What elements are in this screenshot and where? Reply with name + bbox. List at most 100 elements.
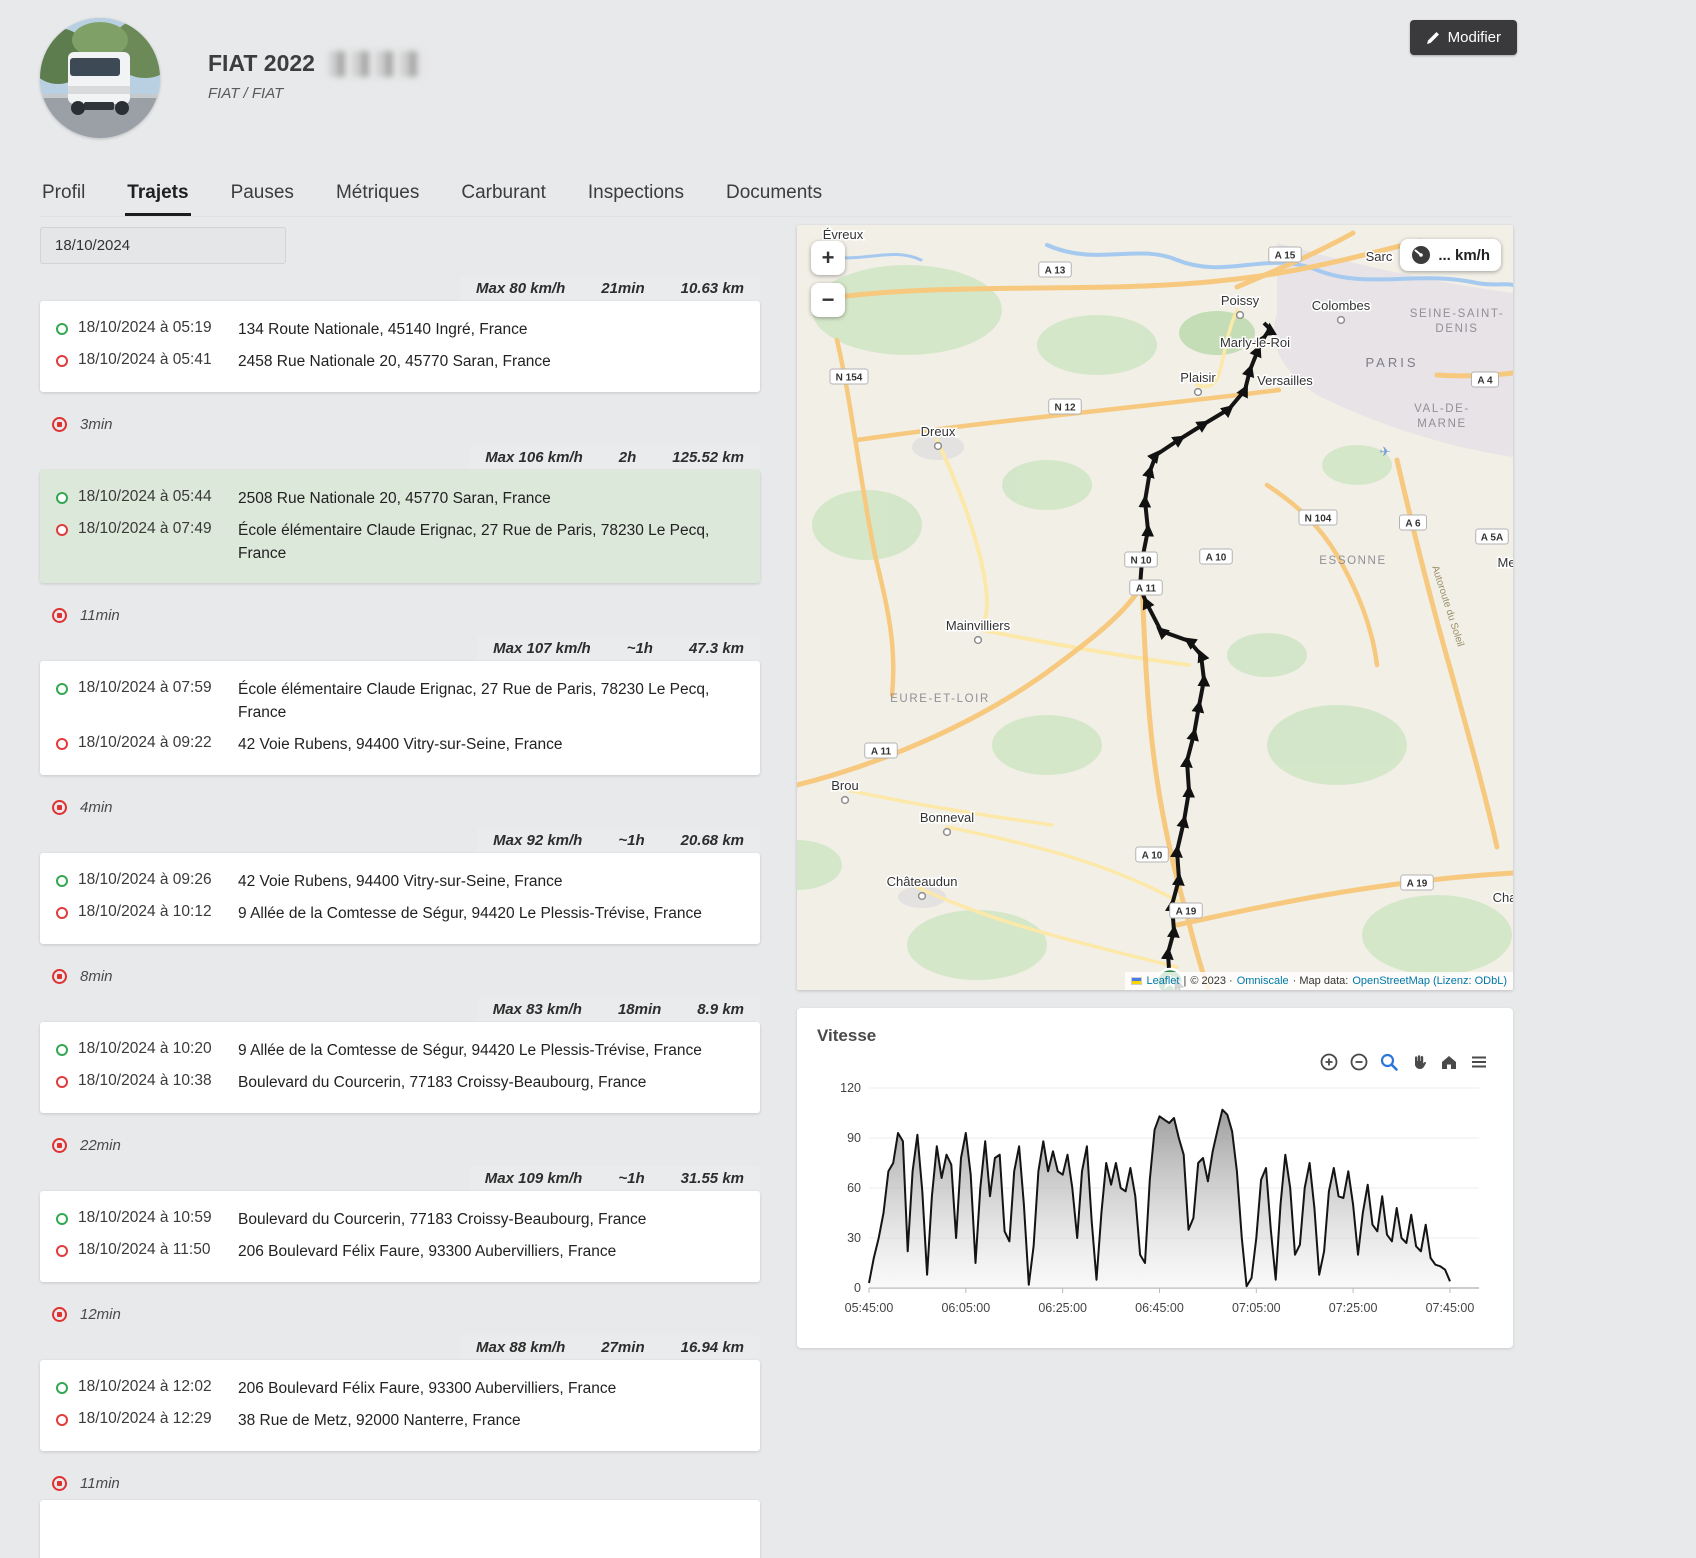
date-filter-input[interactable]: [40, 227, 286, 264]
pan-icon[interactable]: [1409, 1052, 1429, 1072]
road-shield: A 15: [1268, 246, 1302, 263]
pause-row: 4min: [52, 799, 760, 816]
speedometer-icon: [1412, 246, 1431, 264]
map-label-city: Sarc: [1366, 249, 1393, 264]
pause-duration: 4min: [80, 798, 113, 816]
omniscale-link[interactable]: Omniscale: [1237, 975, 1289, 987]
tab-documents[interactable]: Documents: [724, 178, 824, 216]
pause-stop-icon: [52, 1475, 67, 1491]
trip-start-address: 42 Voie Rubens, 94400 Vitry-sur-Seine, F…: [238, 872, 563, 890]
chart-toolbar: [817, 1052, 1489, 1072]
svg-text:60: 60: [847, 1181, 861, 1195]
tab-métriques[interactable]: Métriques: [334, 178, 421, 216]
vehicle-subtitle: FIAT / FIAT: [208, 85, 284, 102]
home-icon[interactable]: [1439, 1052, 1459, 1072]
tab-carburant[interactable]: Carburant: [459, 178, 548, 216]
flag-icon: [1131, 977, 1143, 985]
trip-start-datetime: 18/10/2024 à 12:02: [78, 1377, 212, 1395]
trip-summary: Max 80 km/h 21min 10.63 km: [460, 276, 760, 301]
trip-end-address: 38 Rue de Metz, 92000 Nanterre, France: [238, 1412, 521, 1430]
pause-stop-icon: [52, 608, 67, 624]
modify-button-label: Modifier: [1447, 29, 1501, 46]
tab-pauses[interactable]: Pauses: [229, 178, 296, 216]
trip-end-datetime: 18/10/2024 à 09:22: [78, 734, 212, 752]
road-shield: N 10: [1124, 551, 1158, 568]
trip-start-icon: [56, 874, 68, 887]
map-label-city: Colombes: [1312, 298, 1371, 313]
pause-row: 22min: [52, 1137, 760, 1154]
trip-card[interactable]: 18/10/2024 à 07:59 École élémentaire Cla…: [40, 661, 760, 775]
trip-card[interactable]: 18/10/2024 à 05:19 134 Route Nationale, …: [40, 301, 760, 392]
trip-card[interactable]: 18/10/2024 à 05:44 2508 Rue Nationale 20…: [40, 469, 760, 584]
trip-end-datetime: 18/10/2024 à 12:29: [78, 1410, 212, 1428]
next-trip-card-partial[interactable]: [40, 1499, 760, 1558]
trip-card[interactable]: 18/10/2024 à 09:26 42 Voie Rubens, 94400…: [40, 852, 760, 944]
tab-trajets[interactable]: Trajets: [125, 178, 190, 216]
zoom-out-icon[interactable]: [1349, 1052, 1369, 1072]
map-label-city: Dreux: [921, 424, 956, 439]
trip-start-icon: [56, 323, 68, 335]
trip-duration: ~1h: [618, 1169, 645, 1187]
vehicle-photo: [40, 18, 160, 138]
trip-card[interactable]: 18/10/2024 à 12:02 206 Boulevard Félix F…: [40, 1359, 760, 1451]
trip-distance: 125.52 km: [672, 448, 744, 466]
svg-text:07:25:00: 07:25:00: [1329, 1301, 1378, 1315]
trip-max-speed: Max 83 km/h: [492, 1000, 582, 1018]
map-label-city: Chal: [1493, 890, 1513, 905]
road-shield: A 10: [1135, 846, 1169, 863]
trip-card[interactable]: 18/10/2024 à 10:20 9 Allée de la Comtess…: [40, 1021, 760, 1113]
trip-duration: 18min: [617, 1000, 662, 1018]
pause-row: 11min: [52, 607, 760, 624]
svg-text:A 5A: A 5A: [1481, 533, 1503, 544]
trip-block: Max 107 km/h ~1h 47.3 km 18/10/2024 à 07…: [40, 636, 760, 775]
map-canvas[interactable]: Évreux Sarc Poissy Colombes SEINE-SAINT- DENI…: [797, 225, 1513, 990]
trip-start-address: 2508 Rue Nationale 20, 45770 Saran, Fran…: [238, 489, 551, 507]
pencil-icon: [1426, 31, 1439, 44]
pause-row: 11min: [52, 1475, 760, 1492]
speed-control-label: ... km/h: [1438, 246, 1490, 264]
attribution-mapdata-label: · Map data:: [1292, 975, 1349, 987]
trip-end-row: 18/10/2024 à 11:50 206 Boulevard Félix F…: [40, 1236, 760, 1268]
trip-max-speed: Max 80 km/h: [476, 280, 566, 297]
box-zoom-icon[interactable]: [1379, 1052, 1399, 1072]
trip-start-address: Boulevard du Courcerin, 77183 Croissy-Be…: [238, 1210, 647, 1228]
map-label-region-big: PARIS: [1365, 355, 1418, 370]
speed-chart[interactable]: 0 30 60 90 120 05:45:00 06:05:00 06:25:00 06:45:…: [817, 1074, 1493, 1322]
trip-block: Max 106 km/h 2h 125.52 km 18/10/2024 à 0…: [40, 444, 760, 584]
trip-duration: 2h: [618, 448, 637, 466]
pause-duration: 3min: [80, 415, 113, 433]
trip-start-datetime: 18/10/2024 à 10:59: [78, 1208, 212, 1226]
map-label-city: Bonneval: [920, 810, 974, 825]
trip-end-address: École élémentaire Claude Erignac, 27 Rue…: [238, 522, 710, 562]
trip-max-speed: Max 106 km/h: [485, 448, 583, 466]
svg-text:N 10: N 10: [1130, 556, 1152, 567]
trip-distance: 47.3 km: [688, 640, 744, 658]
modify-button[interactable]: Modifier: [1409, 20, 1517, 55]
svg-text:A 11: A 11: [1136, 584, 1157, 595]
trip-start-row: 18/10/2024 à 05:19 134 Route Nationale, …: [40, 314, 760, 346]
trip-card[interactable]: 18/10/2024 à 10:59 Boulevard du Courceri…: [40, 1190, 760, 1282]
leaflet-link[interactable]: Leaflet: [1146, 975, 1179, 987]
zoom-out-button[interactable]: −: [811, 283, 845, 317]
trip-start-datetime: 18/10/2024 à 05:19: [78, 319, 212, 336]
trip-end-row: 18/10/2024 à 10:38 Boulevard du Courceri…: [40, 1067, 760, 1099]
map-label-city: Mainvilliers: [946, 618, 1011, 633]
route-map[interactable]: Évreux Sarc Poissy Colombes SEINE-SAINT- DENI…: [797, 225, 1513, 990]
map-speed-control[interactable]: ... km/h: [1400, 239, 1501, 271]
tab-profil[interactable]: Profil: [40, 178, 87, 216]
osm-link[interactable]: OpenStreetMap (Lizenz: ODbL): [1352, 975, 1507, 987]
zoom-in-icon[interactable]: [1319, 1052, 1339, 1072]
trip-start-icon: [56, 1212, 68, 1225]
map-label-poi: ✈: [1380, 444, 1391, 459]
trip-max-speed: Max 109 km/h: [484, 1169, 583, 1187]
road-shield: A 5A: [1475, 528, 1509, 545]
svg-text:A 11: A 11: [871, 747, 892, 758]
zoom-in-button[interactable]: +: [811, 241, 845, 275]
pause-stop-icon: [52, 1137, 67, 1153]
pause-duration: 11min: [80, 1474, 120, 1492]
menu-icon[interactable]: [1469, 1052, 1489, 1072]
trip-end-icon: [56, 1245, 68, 1258]
trip-end-datetime: 18/10/2024 à 10:12: [78, 903, 212, 921]
tab-inspections[interactable]: Inspections: [586, 178, 686, 216]
road-shield: A 13: [1038, 261, 1072, 278]
